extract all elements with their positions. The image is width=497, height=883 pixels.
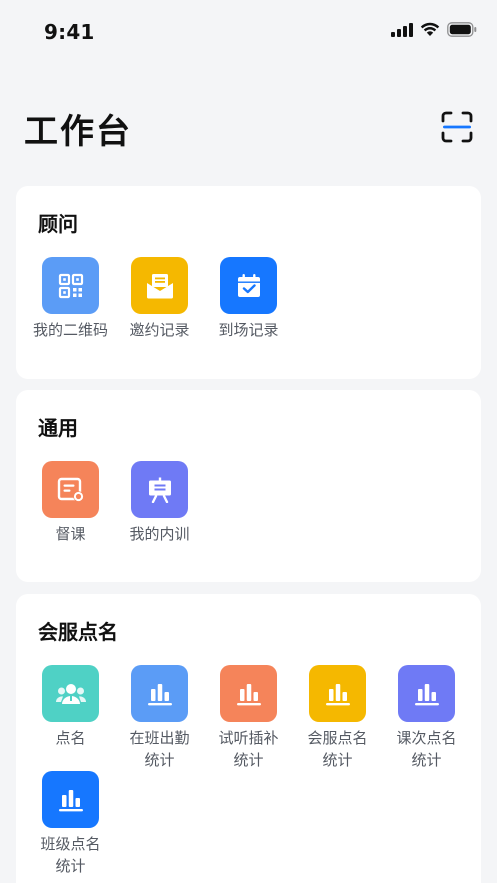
scan-icon <box>441 111 473 143</box>
document-settings-icon <box>57 477 84 502</box>
header: 工作台 <box>0 100 497 156</box>
trial-makeup-stats-button[interactable]: 试听插补 统计 <box>204 665 293 771</box>
section-card-advisor: 顾问 我的二维码 邀约记录 到场记录 <box>16 186 481 379</box>
invitation-records-button[interactable]: 邀约记录 <box>115 257 204 341</box>
my-training-button[interactable]: 我的内训 <box>115 461 204 545</box>
bar-chart-icon <box>147 683 172 705</box>
tile-label: 我的内训 <box>129 525 190 543</box>
my-qr-code-button[interactable]: 我的二维码 <box>26 257 115 341</box>
tile-label: 会服点名 统计 <box>307 729 368 769</box>
tile-icon-box <box>220 257 277 314</box>
wifi-icon <box>420 22 440 36</box>
tile-icon-box <box>220 665 277 722</box>
tile-label: 班级点名 统计 <box>40 835 101 875</box>
section-card-general: 通用 督课 我的内训 <box>16 390 481 582</box>
tile-icon-box <box>42 665 99 722</box>
tile-label: 在班出勤 统计 <box>129 729 190 769</box>
arrival-records-button[interactable]: 到场记录 <box>204 257 293 341</box>
cellular-signal-icon <box>391 22 413 37</box>
status-icons <box>391 22 477 37</box>
tile-icon-box <box>42 461 99 518</box>
tile-icon-box <box>131 461 188 518</box>
lesson-roll-call-stats-button[interactable]: 课次点名 统计 <box>382 665 471 771</box>
tile-label: 邀约记录 <box>129 321 190 339</box>
tile-icon-box <box>131 665 188 722</box>
presentation-board-icon <box>148 477 171 503</box>
qr-code-icon <box>58 273 83 298</box>
class-roll-call-stats-button[interactable]: 班级点名 统计 <box>26 771 115 877</box>
page-title: 工作台 <box>24 112 132 152</box>
section-title: 会服点名 <box>38 620 118 644</box>
tile-icon-box <box>42 771 99 828</box>
section-card-roll-call: 会服点名 点名 在班出勤 统计 试听插补 统计 会服点名 统计 课次点名 统计 … <box>16 594 481 883</box>
bar-chart-icon <box>325 683 350 705</box>
tile-label: 我的二维码 <box>32 321 108 339</box>
tile-icon-box <box>42 257 99 314</box>
supervise-class-button[interactable]: 督课 <box>26 461 115 545</box>
roll-call-button[interactable]: 点名 <box>26 665 115 749</box>
status-time: 9:41 <box>44 20 95 44</box>
tile-label: 到场记录 <box>218 321 279 339</box>
tile-label: 试听插补 统计 <box>218 729 279 769</box>
tile-label: 点名 <box>55 729 86 747</box>
tile-label: 督课 <box>55 525 86 543</box>
bar-chart-icon <box>58 789 83 811</box>
battery-icon <box>447 22 477 37</box>
envelope-icon <box>146 273 173 298</box>
calendar-check-icon <box>237 273 260 297</box>
tile-icon-box <box>131 257 188 314</box>
bar-chart-icon <box>414 683 439 705</box>
tile-icon-box <box>309 665 366 722</box>
section-title: 顾问 <box>38 212 78 236</box>
section-title: 通用 <box>38 416 78 440</box>
service-roll-call-stats-button[interactable]: 会服点名 统计 <box>293 665 382 771</box>
tile-label: 课次点名 统计 <box>396 729 457 769</box>
tile-icon-box <box>398 665 455 722</box>
bar-chart-icon <box>236 683 261 705</box>
scan-button[interactable] <box>440 110 474 144</box>
class-attendance-stats-button[interactable]: 在班出勤 统计 <box>115 665 204 771</box>
status-bar: 9:41 <box>0 0 497 64</box>
people-icon <box>55 683 86 704</box>
